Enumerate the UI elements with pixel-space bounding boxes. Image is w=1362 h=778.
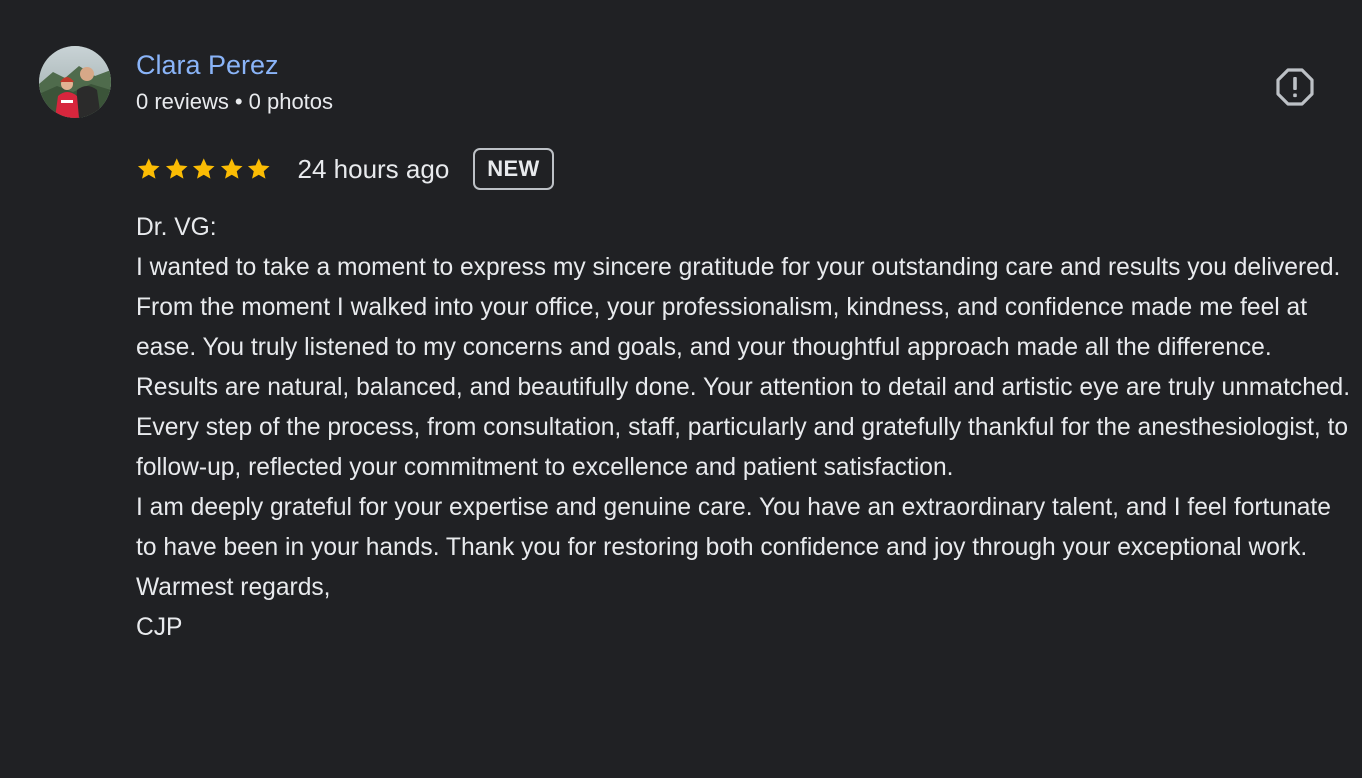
star-icon	[192, 158, 215, 179]
review-paragraph: Dr. VG:	[136, 214, 217, 241]
report-flag-icon	[1276, 68, 1314, 106]
review-text: Dr. VG: I wanted to take a moment to expr…	[136, 208, 1351, 648]
review-paragraph: I am deeply grateful for your expertise …	[136, 494, 1331, 561]
review-paragraph: CJP	[136, 614, 183, 641]
review-time: 24 hours ago	[297, 153, 450, 184]
photo-count: 0 photos	[248, 89, 334, 114]
review-paragraph: I wanted to take a moment to express my …	[136, 254, 1341, 361]
star-icon	[220, 158, 243, 179]
meta-separator: •	[234, 89, 243, 114]
star-icon	[165, 158, 188, 179]
star-icon	[137, 158, 160, 179]
review-card: Clara Perez 0 reviews • 0 photos 24 hours …	[0, 0, 1362, 778]
author-stats: 0 reviews • 0 photos	[136, 88, 333, 116]
avatar[interactable]	[39, 46, 111, 118]
review-paragraph: Results are natural, balanced, and beaut…	[136, 374, 1351, 481]
rating-row: 24 hours ago NEW	[136, 146, 554, 192]
review-paragraph: Warmest regards,	[136, 574, 331, 601]
author-name[interactable]: Clara Perez	[136, 49, 279, 81]
star-rating	[136, 156, 272, 182]
star-icon	[247, 158, 270, 179]
new-badge: NEW	[473, 148, 554, 190]
avatar-photo	[39, 46, 111, 118]
review-count: 0 reviews	[136, 89, 229, 114]
report-button[interactable]	[1275, 67, 1315, 107]
